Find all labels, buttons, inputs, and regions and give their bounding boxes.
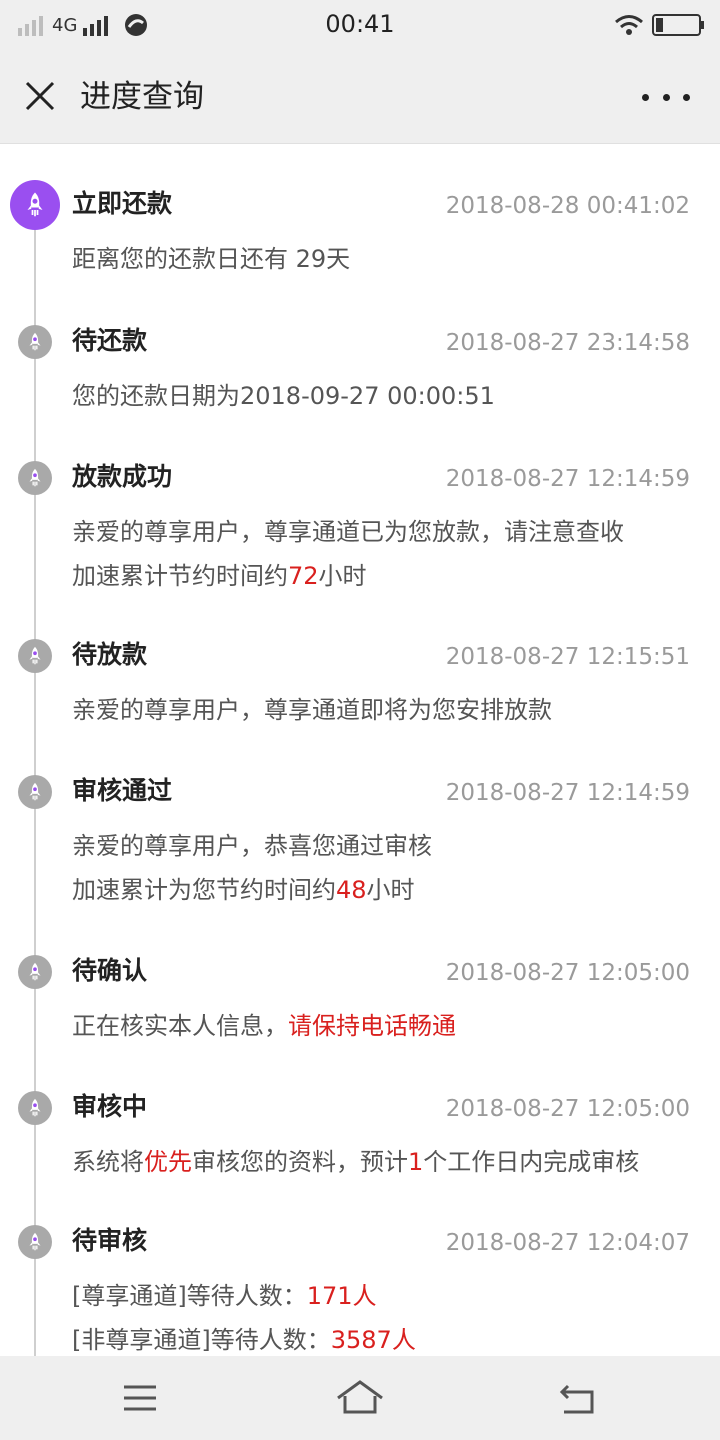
description-text: [尊享通道]等待人数：: [72, 1282, 307, 1310]
status-icon-badge: [18, 955, 52, 989]
description-text: 审核您的资料，预计: [192, 1148, 408, 1176]
menu-icon: [124, 1385, 156, 1411]
description-text: 小时: [366, 876, 415, 904]
description-text: 加速累计节约时间约: [72, 562, 288, 590]
entry-title: 立即还款: [72, 189, 173, 218]
entry-timestamp: 2018-08-27 12:14:59: [445, 780, 690, 806]
description-text: 正在核实本人信息，: [72, 1012, 288, 1040]
wifi-icon: [615, 15, 643, 35]
entry-description: 您的还款日期为2018-09-27 00:00:51: [72, 378, 495, 414]
description-text: 亲爱的尊享用户，尊享通道已为您放款，请注意查收: [72, 518, 624, 546]
rocket-icon: [29, 962, 41, 981]
entry-description: [非尊享通道]等待人数：3587人: [72, 1322, 416, 1358]
entry-timestamp: 2018-08-27 12:05:00: [445, 1096, 690, 1122]
more-dot: [642, 93, 649, 101]
rocket-icon: [29, 1098, 41, 1117]
rocket-icon: [29, 468, 41, 487]
entry-description: 亲爱的尊享用户，尊享通道即将为您安排放款: [72, 692, 552, 728]
close-icon: [25, 81, 55, 111]
entry-description: [尊享通道]等待人数：171人: [72, 1278, 377, 1314]
rocket-icon: [27, 192, 43, 217]
highlight-text: 48: [336, 876, 367, 904]
status-right: [614, 13, 706, 37]
status-icon-badge: [18, 639, 52, 673]
description-text: 亲爱的尊享用户，尊享通道即将为您安排放款: [72, 696, 552, 724]
entry-description: 距离您的还款日还有 29天: [72, 241, 350, 277]
status-icon-badge: [18, 461, 52, 495]
rocket-icon: [29, 646, 41, 665]
entry-title: 审核中: [72, 1092, 148, 1121]
entry-description: 亲爱的尊享用户，尊享通道已为您放款，请注意查收: [72, 514, 624, 550]
description-text: 加速累计为您节约时间约: [72, 876, 336, 904]
entry-description: 加速累计为您节约时间约48小时: [72, 872, 415, 908]
system-nav-bar: [0, 1356, 720, 1440]
status-icon-badge: [18, 775, 52, 809]
home-icon: [337, 1380, 383, 1414]
entry-title: 审核通过: [72, 776, 173, 805]
entry-timestamp: 2018-08-27 12:04:07: [445, 1230, 690, 1256]
battery-icon: [652, 14, 704, 36]
page-title: 进度查询: [80, 79, 204, 115]
highlight-text: 优先: [144, 1148, 192, 1176]
entry-title: 待还款: [72, 326, 148, 355]
more-dot: [662, 93, 670, 101]
rocket-icon: [29, 1232, 41, 1251]
entry-timestamp: 2018-08-27 12:15:51: [445, 644, 690, 670]
entry-description: 亲爱的尊享用户，恭喜您通过审核: [72, 828, 432, 864]
highlight-text: 1: [408, 1148, 424, 1176]
description-text: [非尊享通道]等待人数：: [72, 1326, 331, 1354]
status-bar: 4G 00:41: [0, 0, 720, 50]
entry-title: 待放款: [72, 640, 148, 669]
description-text: 距离您的还款日还有 29天: [72, 245, 351, 273]
entry-title: 待审核: [72, 1226, 148, 1255]
close-button[interactable]: [20, 76, 60, 116]
description-text: 小时: [318, 562, 367, 590]
description-text: 您的还款日期为2018-09-27 00:00:51: [72, 382, 495, 410]
clock: 00:41: [325, 10, 395, 38]
more-button[interactable]: [642, 80, 690, 114]
description-text: 个工作日内完成审核: [423, 1148, 640, 1176]
nav-bar: 进度查询: [0, 50, 720, 144]
back-icon: [559, 1384, 594, 1414]
rocket-icon: [29, 782, 41, 801]
home-button[interactable]: [334, 1376, 386, 1420]
status-icon-badge: [18, 1225, 52, 1259]
entry-description: 加速累计节约时间约72小时: [72, 558, 367, 594]
entry-description: 系统将优先审核您的资料，预计1个工作日内完成审核: [72, 1144, 639, 1180]
highlight-text: 171人: [306, 1282, 377, 1310]
status-icon-badge: [18, 1091, 52, 1125]
more-dot: [683, 93, 690, 101]
entry-title: 放款成功: [72, 462, 173, 491]
description-text: 亲爱的尊享用户，恭喜您通过审核: [72, 832, 432, 860]
entry-timestamp: 2018-08-27 12:05:00: [445, 960, 690, 986]
entry-timestamp: 2018-08-27 23:14:58: [445, 330, 690, 356]
entry-title: 待确认: [72, 956, 148, 985]
entry-description: 正在核实本人信息，请保持电话畅通: [72, 1008, 456, 1044]
status-icon-badge: [18, 325, 52, 359]
highlight-text: 3587人: [330, 1326, 416, 1354]
rocket-icon: [29, 332, 41, 351]
highlight-text: 请保持电话畅通: [288, 1012, 456, 1040]
entry-timestamp: 2018-08-27 12:14:59: [445, 466, 690, 492]
highlight-text: 72: [288, 562, 319, 590]
back-button[interactable]: [556, 1376, 600, 1420]
status-icon-badge: [10, 180, 60, 230]
entry-timestamp: 2018-08-28 00:41:02: [445, 193, 690, 219]
menu-button[interactable]: [118, 1376, 162, 1420]
description-text: 系统将: [72, 1148, 144, 1176]
